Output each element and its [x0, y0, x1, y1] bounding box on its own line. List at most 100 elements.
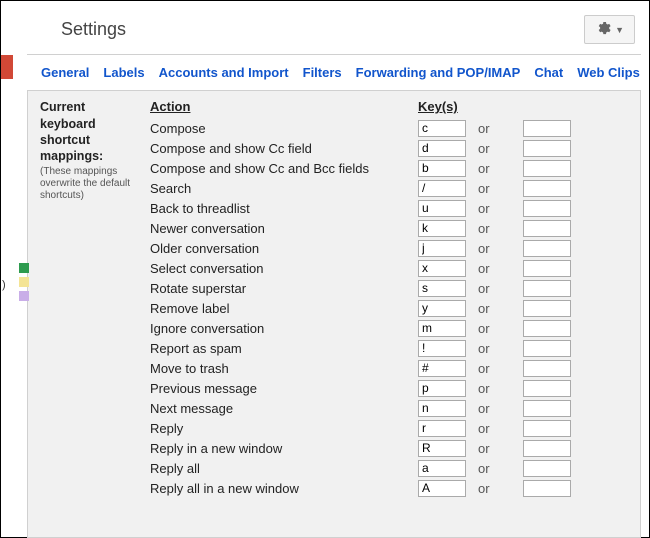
key-input-alt[interactable] [523, 340, 571, 357]
key-input-alt[interactable] [523, 180, 571, 197]
or-label: or [472, 278, 523, 298]
action-label: Previous message [150, 378, 418, 398]
key-input-alt[interactable] [523, 160, 571, 177]
key-input-primary[interactable] [418, 160, 466, 177]
settings-tabs: General Labels Accounts and Import Filters F… [27, 55, 641, 91]
key-input-alt[interactable] [523, 400, 571, 417]
key-input-alt[interactable] [523, 380, 571, 397]
table-row: Compose and show Cc field or [150, 138, 628, 158]
key-input-alt[interactable] [523, 240, 571, 257]
table-row: Next messageor [150, 398, 628, 418]
action-label: Remove label [150, 298, 418, 318]
label-color-purple[interactable] [19, 291, 29, 301]
key-input-primary[interactable] [418, 460, 466, 477]
key-input-alt[interactable] [523, 360, 571, 377]
or-label: or [472, 138, 523, 158]
page-title: Settings [61, 19, 126, 40]
key-input-alt[interactable] [523, 460, 571, 477]
keys-header: Key(s) [418, 99, 472, 118]
key-input-primary[interactable] [418, 320, 466, 337]
key-input-primary[interactable] [418, 440, 466, 457]
tab-labels[interactable]: Labels [103, 65, 144, 80]
section-note: (These mappings overwrite the default sh… [40, 166, 140, 202]
tab-accounts-and-import[interactable]: Accounts and Import [159, 65, 289, 80]
key-input-alt[interactable] [523, 320, 571, 337]
key-input-alt[interactable] [523, 220, 571, 237]
or-label: or [472, 478, 523, 498]
key-input-primary[interactable] [418, 420, 466, 437]
key-input-primary[interactable] [418, 120, 466, 137]
table-row: Replyor [150, 418, 628, 438]
label-color-yellow[interactable] [19, 277, 29, 287]
action-label: Search [150, 178, 418, 198]
key-input-alt[interactable] [523, 140, 571, 157]
key-input-primary[interactable] [418, 260, 466, 277]
key-input-primary[interactable] [418, 180, 466, 197]
action-label: Newer conversation [150, 218, 418, 238]
key-input-primary[interactable] [418, 380, 466, 397]
key-input-alt[interactable] [523, 300, 571, 317]
gear-icon [595, 20, 611, 39]
key-input-alt[interactable] [523, 200, 571, 217]
table-row: Reply all in a new windowor [150, 478, 628, 498]
or-label: or [472, 338, 523, 358]
or-label: or [472, 458, 523, 478]
action-label: Compose and show Cc field [150, 138, 418, 158]
key-input-alt[interactable] [523, 480, 571, 497]
table-row: Reply allor [150, 458, 628, 478]
key-input-primary[interactable] [418, 300, 466, 317]
label-color-green[interactable] [19, 263, 29, 273]
or-label: or [472, 378, 523, 398]
tab-chat[interactable]: Chat [534, 65, 563, 80]
or-label: or [472, 298, 523, 318]
tab-forwarding-and-pop-imap[interactable]: Forwarding and POP/IMAP [356, 65, 521, 80]
key-input-primary[interactable] [418, 340, 466, 357]
label-color-swatches [19, 263, 29, 301]
table-row: Remove label or [150, 298, 628, 318]
tab-general[interactable]: General [41, 65, 89, 80]
table-row: Newer conversationor [150, 218, 628, 238]
action-header: Action [150, 99, 418, 118]
table-row: Reply in a new windowor [150, 438, 628, 458]
table-row: Move to trash or [150, 358, 628, 378]
table-row: Back to threadlist or [150, 198, 628, 218]
table-row: Composeor [150, 118, 628, 138]
table-row: Previous message or [150, 378, 628, 398]
accent-bar [1, 55, 13, 79]
or-label: or [472, 358, 523, 378]
truncated-text: ) [2, 279, 6, 291]
tab-web-clips[interactable]: Web Clips [577, 65, 640, 80]
chevron-down-icon: ▼ [615, 25, 624, 35]
action-label: Next message [150, 398, 418, 418]
key-input-alt[interactable] [523, 420, 571, 437]
action-label: Report as spam [150, 338, 418, 358]
or-label: or [472, 318, 523, 338]
settings-gear-button[interactable]: ▼ [584, 15, 635, 44]
key-input-primary[interactable] [418, 480, 466, 497]
key-input-primary[interactable] [418, 280, 466, 297]
key-input-alt[interactable] [523, 120, 571, 137]
action-label: Select conversation [150, 258, 418, 278]
action-label: Ignore conversation [150, 318, 418, 338]
action-label: Rotate superstar [150, 278, 418, 298]
action-label: Compose [150, 118, 418, 138]
key-input-alt[interactable] [523, 260, 571, 277]
tab-filters[interactable]: Filters [303, 65, 342, 80]
key-input-primary[interactable] [418, 220, 466, 237]
key-input-primary[interactable] [418, 360, 466, 377]
action-label: Older conversation [150, 238, 418, 258]
key-input-primary[interactable] [418, 140, 466, 157]
key-input-alt[interactable] [523, 440, 571, 457]
shortcuts-table: Action Key(s) ComposeorCompose and show … [150, 99, 628, 498]
key-input-alt[interactable] [523, 280, 571, 297]
or-label: or [472, 198, 523, 218]
action-label: Back to threadlist [150, 198, 418, 218]
action-label: Move to trash [150, 358, 418, 378]
key-input-primary[interactable] [418, 400, 466, 417]
key-input-primary[interactable] [418, 240, 466, 257]
or-label: or [472, 178, 523, 198]
key-input-primary[interactable] [418, 200, 466, 217]
action-label: Reply in a new window [150, 438, 418, 458]
or-label: or [472, 258, 523, 278]
section-title: Current keyboard shortcut mappings: [40, 99, 140, 164]
